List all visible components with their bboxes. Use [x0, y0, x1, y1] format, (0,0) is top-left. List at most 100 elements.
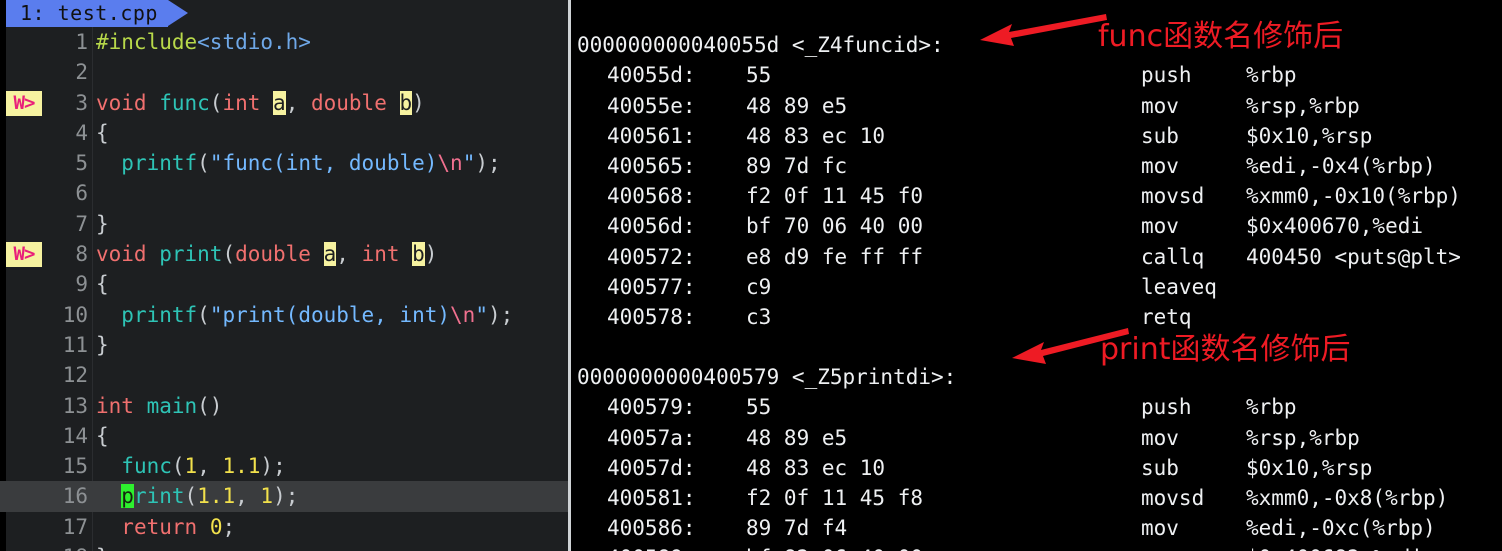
- code-lines[interactable]: 1 #include<stdio.h> 2 W> 3 void func(int a, d…: [0, 27, 568, 551]
- code-line[interactable]: 17 return 0;: [0, 512, 568, 542]
- line-number: 9: [75, 272, 88, 297]
- line-content: {: [96, 421, 109, 451]
- instruction-bytes: bf 70 06 40 00: [746, 214, 924, 239]
- instruction-operands: %edi,-0xc(%rbp): [1246, 516, 1436, 541]
- line-number: 2: [75, 60, 88, 85]
- disasm-instruction-row[interactable]: 400572: e8 d9 fe ff ff callq 400450 <puts@p…: [571, 242, 1502, 272]
- code-token: int: [361, 242, 413, 267]
- code-line[interactable]: 1 #include<stdio.h>: [0, 27, 568, 57]
- line-number: 13: [62, 393, 88, 418]
- instruction-bytes: bf 82 06 40 00: [746, 543, 923, 551]
- line-content: int main(): [96, 391, 222, 421]
- disasm-instruction-row[interactable]: 400581: f2 0f 11 45 f8 movsd %xmm0,-0x8(%rb…: [571, 483, 1502, 513]
- instruction-operands: %rsp,%rbp: [1246, 425, 1360, 450]
- code-line[interactable]: 10 printf("print(double, int)\n");: [0, 300, 568, 330]
- disasm-instruction-row[interactable]: 40056d: bf 70 06 40 00 mov $0x400670,%edi: [571, 211, 1502, 241]
- line-number: 11: [62, 332, 88, 357]
- code-line[interactable]: 5 printf("func(int, double)\n");: [0, 148, 568, 178]
- code-token: ,: [336, 242, 362, 267]
- code-token: <stdio.h>: [197, 30, 311, 54]
- line-number: 12: [62, 363, 88, 388]
- tab-test-cpp[interactable]: 1: test.cpp: [6, 0, 168, 27]
- code-token: );: [475, 151, 501, 176]
- code-token: ": [462, 151, 476, 176]
- tab-chevron-icon: [168, 0, 188, 26]
- disasm-instruction-row[interactable]: 40057a: 48 89 e5 mov %rsp,%rbp: [571, 423, 1502, 453]
- instruction-address: 400561:: [607, 123, 696, 148]
- code-line[interactable]: 7}: [0, 209, 568, 239]
- disasm-instruction-row[interactable]: 400586: 89 7d f4 mov %edi,-0xc(%rbp): [571, 513, 1502, 543]
- code-token: ": [475, 302, 488, 327]
- line-content: {: [96, 118, 109, 148]
- instruction-bytes: 48 83 ec 10: [746, 455, 886, 480]
- code-line[interactable]: 12: [0, 360, 568, 390]
- code-token: a: [323, 242, 337, 267]
- instruction-address: 400589:: [607, 543, 696, 551]
- code-line[interactable]: 14 {: [0, 421, 568, 451]
- code-line[interactable]: 15 func(1, 1.1);: [0, 451, 568, 481]
- code-token: (: [222, 242, 236, 267]
- instruction-address: 400586:: [607, 516, 696, 541]
- code-token: ;: [222, 514, 236, 539]
- code-token: }: [96, 332, 109, 357]
- instruction-mnemonic: mov: [1141, 543, 1179, 551]
- line-number: 1: [75, 30, 88, 54]
- code-token: ): [424, 242, 438, 267]
- instruction-mnemonic: mov: [1141, 153, 1179, 178]
- code-token: main: [146, 393, 198, 418]
- line-content: printf("func(int, double)\n");: [96, 148, 501, 178]
- disasm-instruction-row[interactable]: 40055e: 48 89 e5 mov %rsp,%rbp: [571, 91, 1502, 121]
- code-line[interactable]: 9{: [0, 269, 568, 299]
- code-token: 1: [260, 484, 274, 509]
- instruction-address: 400572:: [607, 244, 696, 269]
- code-line[interactable]: W> 3 void func(int a, double b): [0, 88, 568, 118]
- instruction-address: 400577:: [607, 274, 696, 299]
- instruction-operands: %edi,-0x4(%rbp): [1246, 153, 1436, 178]
- line-number: 6: [75, 181, 88, 206]
- code-line[interactable]: 18}: [0, 542, 568, 551]
- line-number: 5: [75, 151, 88, 176]
- instruction-address: 40057d:: [607, 455, 696, 480]
- disasm-instruction-row[interactable]: 400561: 48 83 ec 10 sub $0x10,%rsp: [571, 121, 1502, 151]
- disasm-instruction-row[interactable]: 40055d: 55 push %rbp: [571, 60, 1502, 90]
- instruction-address: 400578:: [607, 304, 696, 329]
- instruction-mnemonic: callq: [1141, 244, 1205, 269]
- code-line[interactable]: 6: [0, 178, 568, 208]
- instruction-operands: $0x10,%rsp: [1246, 455, 1373, 480]
- disasm-instruction-row[interactable]: 400568: f2 0f 11 45 f0 movsd %xmm0,-0x10(%r…: [571, 181, 1502, 211]
- instruction-mnemonic: movsd: [1141, 486, 1205, 510]
- instruction-bytes: f2 0f 11 45 f8: [746, 486, 924, 510]
- code-editor-pane: 1: test.cpp 1 #include<stdio.h> 2 W> 3 void f…: [0, 0, 568, 551]
- instruction-bytes: f2 0f 11 45 f0: [746, 184, 924, 209]
- code-token: );: [487, 302, 514, 327]
- instruction-operands: 400450 <puts@plt>: [1246, 244, 1461, 269]
- disasm-instruction-row[interactable]: 40057d: 48 83 ec 10 sub $0x10,%rsp: [571, 453, 1502, 483]
- line-number: 10: [62, 302, 88, 327]
- warning-sign-marker[interactable]: W>: [6, 242, 42, 268]
- code-token: int: [96, 393, 147, 418]
- disasm-instruction-row[interactable]: 400565: 89 7d fc mov %edi,-0x4(%rbp): [571, 151, 1502, 181]
- code-line[interactable]: 11}: [0, 330, 568, 360]
- line-content: printf("print(double, int)\n");: [96, 300, 513, 330]
- code-line[interactable]: W> 8 void print(double a, int b): [0, 239, 568, 269]
- instruction-mnemonic: mov: [1141, 425, 1179, 450]
- editor-tabbar: 1: test.cpp: [6, 0, 568, 27]
- instruction-address: 40056d:: [607, 214, 696, 239]
- code-token: return: [121, 514, 198, 539]
- code-token: int: [222, 90, 274, 115]
- code-token: double: [235, 242, 324, 267]
- code-token: (: [184, 484, 198, 509]
- code-token: (: [197, 302, 210, 327]
- warning-sign-marker[interactable]: W>: [6, 90, 42, 116]
- code-token: {: [96, 423, 109, 448]
- code-line[interactable]: 16 print(1.1, 1);: [0, 481, 568, 512]
- code-token: rint: [133, 484, 185, 509]
- code-token: void: [96, 90, 160, 115]
- code-line[interactable]: 4{: [0, 118, 568, 148]
- disasm-instruction-row[interactable]: 400579: 55 push %rbp: [571, 392, 1502, 422]
- disasm-instruction-row[interactable]: 400589: bf 82 06 40 00 mov $0x400682,%edi: [571, 543, 1502, 551]
- code-line[interactable]: 13 int main(): [0, 391, 568, 421]
- code-line[interactable]: 2: [0, 57, 568, 87]
- instruction-bytes: 89 7d f4: [746, 516, 848, 541]
- disasm-instruction-row[interactable]: 400577: c9 leaveq: [571, 272, 1502, 302]
